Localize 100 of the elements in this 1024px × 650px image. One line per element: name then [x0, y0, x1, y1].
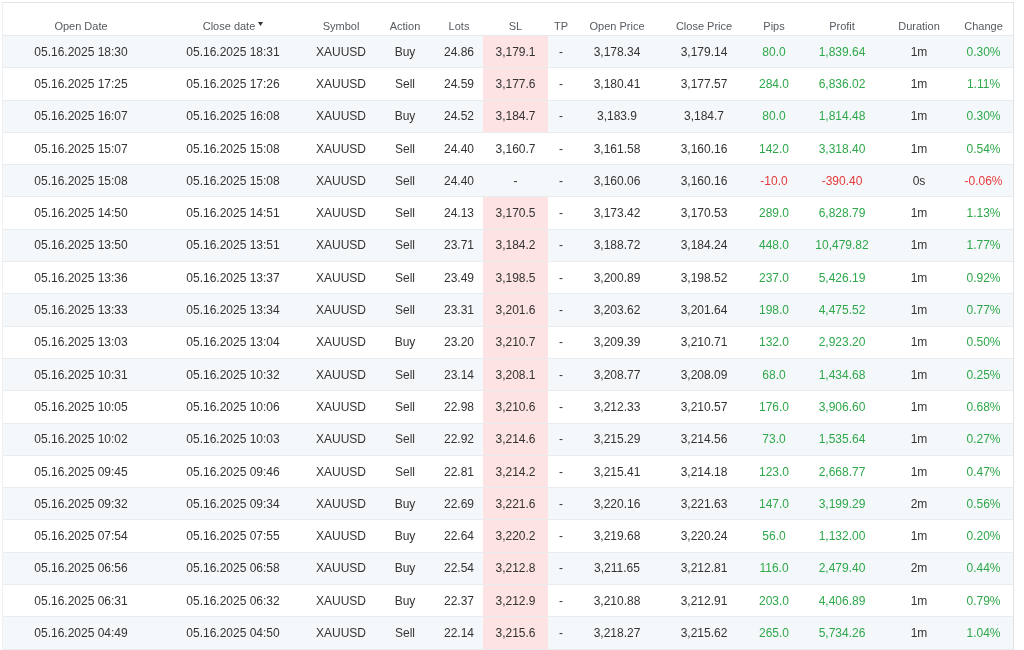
table-cell: 3,177.6: [483, 67, 548, 101]
table-cell: -: [548, 423, 574, 456]
table-cell: 0.27%: [954, 423, 1013, 456]
table-cell: 24.40: [435, 164, 483, 197]
table-cell: 3,198.5: [483, 261, 548, 294]
table-cell: 3,201.6: [483, 293, 548, 327]
table-cell: 3,184.7: [483, 100, 548, 133]
table-cell: 132.0: [748, 326, 800, 359]
table-cell: 68.0: [748, 358, 800, 391]
table-cell: 3,221.63: [660, 487, 748, 520]
table-cell: XAUUSD: [307, 423, 375, 456]
table-cell: 116.0: [748, 552, 800, 585]
column-header[interactable]: Action: [389, 19, 421, 33]
table-cell: 3,208.1: [483, 358, 548, 391]
table-cell: Sell: [375, 616, 435, 650]
table-cell: 05.16.2025 13:37: [159, 261, 307, 294]
table-cell: 1m: [884, 326, 954, 359]
table-cell: 1m: [884, 423, 954, 456]
table-cell: 3,180.41: [574, 67, 660, 101]
table-cell: 0.56%: [954, 487, 1013, 520]
table-cell: 3,160.7: [483, 132, 548, 165]
table-cell: 3,212.33: [574, 390, 660, 424]
table-cell: -: [548, 358, 574, 391]
table-cell: 1m: [884, 35, 954, 68]
table-cell: 05.16.2025 14:51: [159, 197, 307, 230]
column-header[interactable]: TP: [553, 19, 569, 33]
table-cell: -: [548, 390, 574, 424]
table-cell: 3,210.57: [660, 390, 748, 424]
column-header[interactable]: Open Date: [54, 19, 108, 33]
table-cell: 3,200.89: [574, 261, 660, 294]
table-cell: Sell: [375, 293, 435, 327]
table-cell: 5,426.19: [800, 261, 884, 294]
table-cell: 1m: [884, 197, 954, 230]
table-cell: Sell: [375, 229, 435, 262]
column-header[interactable]: Change: [964, 19, 1003, 33]
column-header[interactable]: Lots: [448, 19, 470, 33]
table-cell: 1m: [884, 132, 954, 165]
table-cell: 05.16.2025 09:32: [3, 487, 159, 520]
table-cell: 05.16.2025 07:54: [3, 519, 159, 553]
table-cell: -: [548, 197, 574, 230]
column-header[interactable]: Open Price: [589, 19, 645, 33]
table-cell: -: [548, 519, 574, 553]
table-cell: 1m: [884, 67, 954, 101]
table-cell: 3,221.6: [483, 487, 548, 520]
sort-descending-icon[interactable]: [258, 22, 264, 26]
table-cell: 1.04%: [954, 616, 1013, 650]
table-cell: 3,198.52: [660, 261, 748, 294]
table-cell: 0.92%: [954, 261, 1013, 294]
table-cell: XAUUSD: [307, 552, 375, 585]
column-header[interactable]: Duration: [898, 19, 940, 33]
table-cell: 3,184.7: [660, 100, 748, 133]
table-cell: 3,179.1: [483, 35, 548, 68]
table-cell: 80.0: [748, 35, 800, 68]
table-cell: 05.16.2025 13:51: [159, 229, 307, 262]
table-cell: -: [548, 455, 574, 488]
column-header[interactable]: Pips: [763, 19, 785, 33]
table-cell: 05.16.2025 13:34: [159, 293, 307, 327]
table-cell: 237.0: [748, 261, 800, 294]
table-cell: 448.0: [748, 229, 800, 262]
table-cell: 0.79%: [954, 584, 1013, 617]
column-header[interactable]: Profit: [829, 19, 855, 33]
column-header[interactable]: Close Price: [675, 19, 733, 33]
table-cell: 0.20%: [954, 519, 1013, 553]
table-cell: XAUUSD: [307, 100, 375, 133]
table-cell: 1,839.64: [800, 35, 884, 68]
table-cell: 3,212.91: [660, 584, 748, 617]
table-cell: Sell: [375, 423, 435, 456]
table-cell: Sell: [375, 390, 435, 424]
table-cell: 05.16.2025 15:08: [159, 164, 307, 197]
table-cell: 1m: [884, 293, 954, 327]
table-cell: Sell: [375, 164, 435, 197]
table-cell: Buy: [375, 487, 435, 520]
table-cell: 0.30%: [954, 100, 1013, 133]
table-cell: -: [483, 164, 548, 197]
table-cell: 3,218.27: [574, 616, 660, 650]
table-cell: 3,183.9: [574, 100, 660, 133]
table-cell: XAUUSD: [307, 584, 375, 617]
table-cell: 3,208.09: [660, 358, 748, 391]
column-header[interactable]: Close date: [202, 19, 256, 33]
table-cell: 3,215.29: [574, 423, 660, 456]
table-cell: 4,406.89: [800, 584, 884, 617]
table-cell: 0s: [884, 164, 954, 197]
table-cell: 147.0: [748, 487, 800, 520]
table-cell: 05.16.2025 13:04: [159, 326, 307, 359]
table-cell: 05.16.2025 09:46: [159, 455, 307, 488]
table-cell: 3,178.34: [574, 35, 660, 68]
table-cell: 1,132.00: [800, 519, 884, 553]
column-header[interactable]: Symbol: [322, 19, 360, 33]
table-cell: XAUUSD: [307, 455, 375, 488]
table-cell: 0.77%: [954, 293, 1013, 327]
table-cell: 05.16.2025 06:56: [3, 552, 159, 585]
table-cell: 2m: [884, 552, 954, 585]
table-cell: 1,434.68: [800, 358, 884, 391]
table-cell: 0.50%: [954, 326, 1013, 359]
table-cell: 1m: [884, 390, 954, 424]
column-header[interactable]: SL: [508, 19, 523, 33]
table-cell: XAUUSD: [307, 35, 375, 68]
table-cell: XAUUSD: [307, 164, 375, 197]
table-cell: 3,215.6: [483, 616, 548, 650]
table-cell: 3,220.2: [483, 519, 548, 553]
